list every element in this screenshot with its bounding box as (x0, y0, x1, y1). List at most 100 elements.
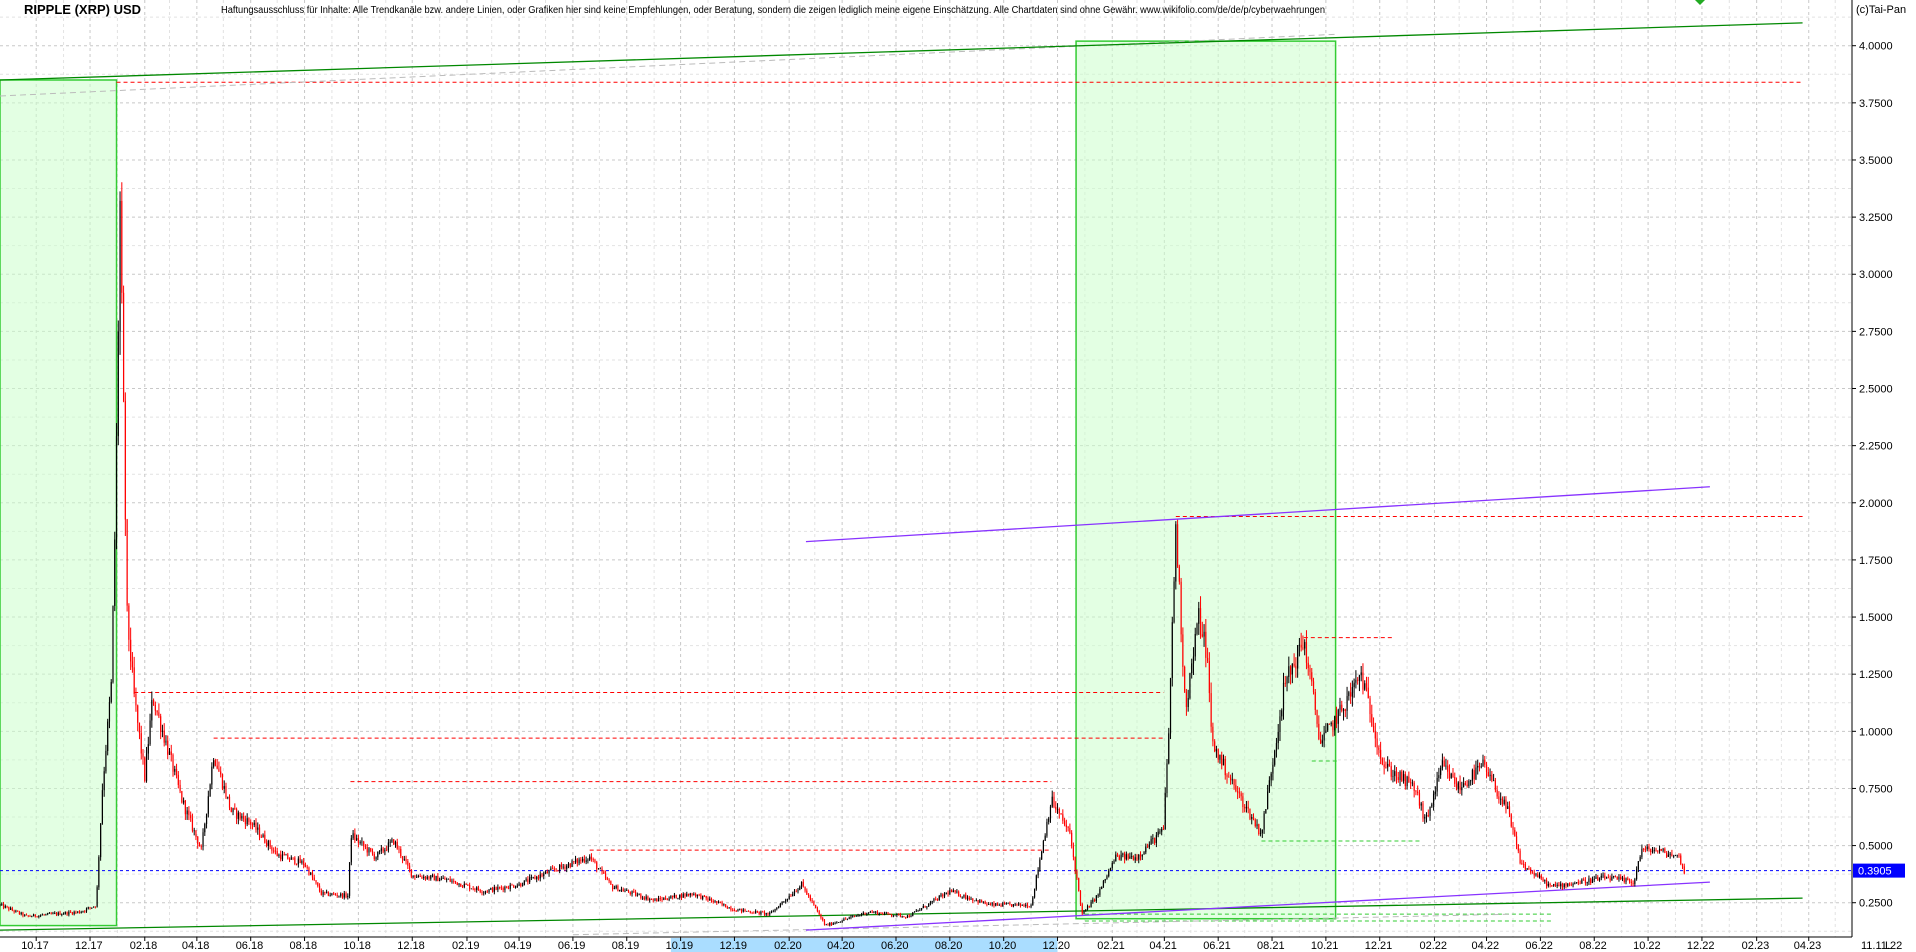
candle-body (1413, 782, 1415, 791)
candle-body (562, 866, 564, 868)
candle-body (1358, 675, 1361, 681)
candle-body (1512, 826, 1514, 830)
y-tick-label: 0.7500 (1859, 783, 1893, 795)
candle-body (728, 907, 730, 909)
candle-body (1171, 622, 1173, 678)
candle-body (583, 858, 585, 862)
candle-body (405, 859, 407, 862)
candle-body (740, 908, 743, 912)
candle-body (356, 838, 358, 841)
candle-body (366, 846, 368, 853)
candle-body (1076, 871, 1078, 879)
candle-body (822, 918, 824, 921)
candle-body (765, 912, 767, 915)
candle-body (1374, 731, 1376, 739)
candle-body (905, 917, 907, 918)
candle-body (1646, 846, 1648, 850)
candle-body (1602, 875, 1604, 877)
candle-body (1519, 850, 1521, 864)
candle-body (264, 834, 266, 843)
current-price-tag: 0.3905 (1853, 863, 1905, 878)
candle-body (1252, 817, 1255, 820)
candle-body (809, 895, 811, 901)
candle-body (1217, 749, 1219, 760)
candle-body (287, 854, 289, 860)
candle-body (214, 760, 216, 766)
candle-body (869, 911, 871, 913)
candle-body (634, 891, 637, 896)
candle-body (241, 816, 243, 819)
candle-body (1385, 767, 1387, 768)
candle-body (1021, 905, 1023, 906)
candle-body (958, 891, 960, 897)
candle-body (707, 898, 709, 901)
candle-body (165, 740, 167, 743)
candle-body (145, 753, 148, 781)
candle-body (1498, 796, 1500, 800)
candle-body (1208, 661, 1210, 694)
candle-body (859, 914, 861, 916)
candle-body (1364, 683, 1366, 690)
candle-body (13, 910, 15, 912)
candle-body (1494, 780, 1496, 790)
candle-body (1611, 876, 1613, 881)
candle-body (1141, 854, 1143, 857)
candle-body (1263, 813, 1265, 830)
candle-body (952, 890, 954, 893)
candle-body (954, 890, 956, 893)
candle-body (1062, 814, 1064, 821)
candle-body (1205, 631, 1207, 658)
candle-body (1221, 754, 1223, 766)
candle-body (479, 890, 481, 892)
candle-body (852, 915, 854, 917)
candle-body (216, 765, 218, 769)
candle-body (1335, 716, 1338, 724)
candle-body (112, 605, 114, 683)
candle-body (1443, 760, 1445, 767)
candle-body (1150, 839, 1152, 845)
candle-body (1376, 738, 1378, 748)
candle-body (251, 824, 254, 826)
candle-body (1111, 862, 1113, 869)
candle-body (61, 914, 63, 916)
candle-body (811, 900, 813, 902)
candle-body (1392, 775, 1394, 777)
candle-body (1249, 808, 1251, 819)
candle-body (1531, 872, 1534, 874)
candle-body (29, 916, 31, 917)
price-chart[interactable]: 0.2500 0.5000 0.7500 1.0000 1.2500 1.5000 1.75… (0, 0, 1916, 952)
candle-body (258, 827, 261, 837)
candle-body (55, 913, 58, 915)
candle-body (322, 891, 324, 895)
candle-body (243, 816, 245, 819)
candle-body (1168, 733, 1170, 764)
candle-body (1568, 883, 1571, 885)
x-axis: 10.17 12.17 02.18 04.18 06.18 08.18 10.18 12.18… (21, 937, 1821, 952)
candle-body (1206, 657, 1209, 662)
candle-body (108, 702, 111, 722)
candle-body (788, 896, 790, 900)
candle-body (1094, 899, 1096, 902)
candle-body (747, 910, 750, 912)
candle-body (1487, 772, 1489, 777)
candle-body (1478, 765, 1481, 768)
candle-body (633, 891, 635, 893)
candle-body (179, 784, 181, 792)
candle-body (1245, 806, 1248, 809)
candle-body (843, 918, 845, 921)
candle-body (262, 834, 264, 838)
candle-body (673, 894, 676, 898)
candle-body (315, 880, 317, 883)
candle-body (414, 875, 416, 878)
candle-body (334, 894, 337, 896)
candle-body (1176, 524, 1179, 567)
candle-body (1556, 884, 1558, 887)
candle-body (490, 888, 492, 890)
candle-body (871, 911, 873, 913)
candle-body (1464, 783, 1466, 785)
candle-body (274, 850, 277, 852)
candle-body (433, 875, 435, 881)
y-tick-label: 1.2500 (1859, 669, 1893, 681)
candle-body (361, 841, 363, 843)
candle-body (1055, 806, 1057, 810)
